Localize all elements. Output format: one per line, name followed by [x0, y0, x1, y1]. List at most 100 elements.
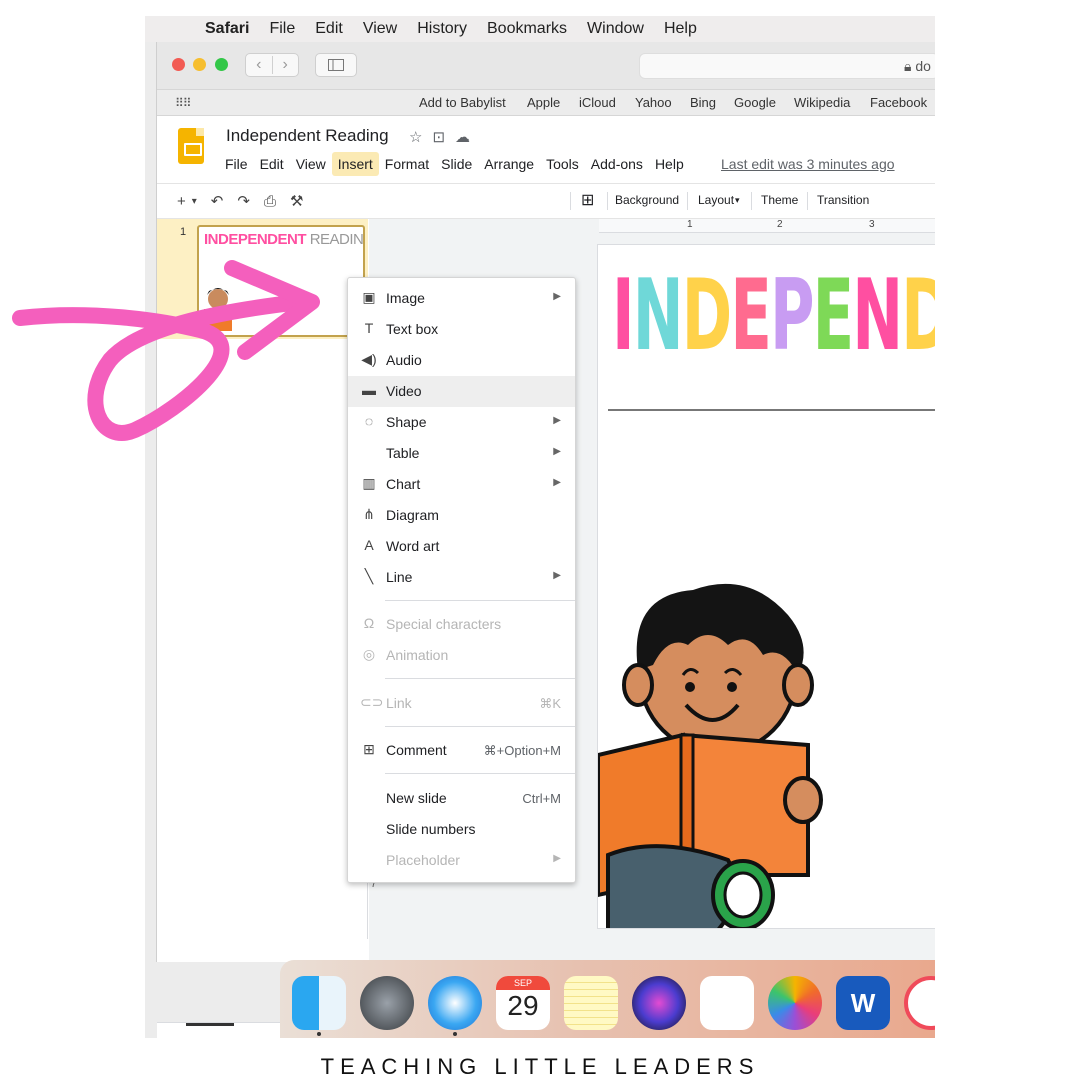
insert-menu-item-image[interactable]: ▣ Image ▶: [348, 283, 575, 314]
docs-menu-arrange[interactable]: Arrange: [478, 152, 540, 176]
favorite-bing[interactable]: Bing: [690, 90, 716, 116]
siri-icon[interactable]: [632, 976, 686, 1030]
docs-menu-tools[interactable]: Tools: [540, 152, 585, 176]
menubar-item-help[interactable]: Help: [664, 16, 697, 42]
news-icon[interactable]: [904, 976, 935, 1030]
running-indicator: [453, 1032, 457, 1036]
minimize-window-button[interactable]: [193, 58, 206, 71]
insert-menu-item-label: Slide numbers: [386, 821, 476, 837]
launchpad-icon[interactable]: [360, 976, 414, 1030]
insert-menu-item-audio[interactable]: ◀) Audio: [348, 345, 575, 376]
title-letter: I: [612, 259, 635, 373]
menubar-item-view[interactable]: View: [363, 16, 397, 42]
menubar-item-file[interactable]: File: [269, 16, 295, 42]
favorite-yahoo[interactable]: Yahoo: [635, 90, 672, 116]
docs-menu-format[interactable]: Format: [379, 152, 435, 176]
menubar-item-history[interactable]: History: [417, 16, 467, 42]
address-text: do: [915, 58, 931, 74]
favorite-wikipedia[interactable]: Wikipedia: [794, 90, 850, 116]
ruler-mark-2: 2: [777, 219, 783, 230]
calendar-icon[interactable]: SEP 29: [496, 976, 550, 1030]
photos-icon[interactable]: [768, 976, 822, 1030]
paint-format-icon[interactable]: ⚒: [290, 192, 303, 210]
title-actions: ☆⊡☁︎: [409, 128, 480, 146]
new-slide-plus-icon[interactable]: +: [177, 193, 186, 210]
submenu-arrow-icon: ▶: [553, 570, 561, 581]
docs-menu-addons[interactable]: Add-ons: [585, 152, 649, 176]
theme-button[interactable]: Theme: [761, 193, 798, 207]
back-icon[interactable]: ‹: [256, 56, 261, 74]
menubar-item-window[interactable]: Window: [587, 16, 644, 42]
close-window-button[interactable]: [172, 58, 185, 71]
move-folder-icon[interactable]: ⊡: [432, 129, 455, 146]
zoom-window-button[interactable]: [215, 58, 228, 71]
menubar-app-name[interactable]: Safari: [205, 16, 249, 42]
safari-icon[interactable]: [428, 976, 482, 1030]
last-edit-link[interactable]: Last edit was 3 minutes ago: [721, 152, 895, 176]
insert-menu-item-shape[interactable]: ◌ Shape ▶: [348, 407, 575, 438]
insert-menu-item-label: Line: [386, 569, 413, 585]
docs-menu-edit[interactable]: Edit: [254, 152, 290, 176]
title-letter: E: [730, 259, 772, 373]
insert-menu-item-table[interactable]: Table ▶: [348, 438, 575, 469]
reminders-icon[interactable]: [700, 976, 754, 1030]
shortcut-hint: Ctrl+M: [522, 791, 561, 806]
new-slide-dropdown-icon[interactable]: ▾: [192, 196, 197, 207]
menubar-item-edit[interactable]: Edit: [315, 16, 343, 42]
favorite-apple[interactable]: Apple: [527, 90, 560, 116]
insert-menu-item-word-art[interactable]: A Word art: [348, 531, 575, 562]
favorite-icloud[interactable]: iCloud: [579, 90, 616, 116]
insert-menu-item-label: Text box: [386, 321, 439, 337]
favorite-google[interactable]: Google: [734, 90, 776, 116]
add-comment-icon[interactable]: ⊞: [581, 190, 594, 210]
slide-canvas[interactable]: INDEPEND: [597, 244, 935, 929]
slides-logo-icon[interactable]: [178, 128, 204, 164]
calendar-month: SEP: [496, 976, 550, 990]
canvas: Safari File Edit View History Bookmarks …: [0, 0, 1080, 1080]
favorite-babylist[interactable]: Add to Babylist: [419, 90, 506, 116]
docs-menu-slide[interactable]: Slide: [435, 152, 478, 176]
menubar-item-bookmarks[interactable]: Bookmarks: [487, 16, 567, 42]
submenu-arrow-icon: ▶: [553, 291, 561, 302]
forward-icon[interactable]: ›: [283, 56, 288, 74]
word-icon[interactable]: W: [836, 976, 890, 1030]
transition-button[interactable]: Transition: [817, 193, 869, 207]
menu-separator: [385, 726, 575, 727]
insert-menu-item-video[interactable]: ▬ Video: [348, 376, 575, 407]
background-button[interactable]: Background: [615, 193, 679, 207]
notes-icon[interactable]: [564, 976, 618, 1030]
layout-button[interactable]: Layout: [698, 193, 734, 207]
insert-menu-item-new-slide[interactable]: New slide Ctrl+M: [348, 783, 575, 814]
safari-window: ‹ › 🔒︎ do ⠿⠿ Add to Babylist Apple iClou…: [156, 42, 935, 1038]
favorites-grid-icon[interactable]: ⠿⠿: [175, 96, 192, 110]
address-bar[interactable]: 🔒︎ do: [639, 53, 935, 79]
ruler-mark-1: 1: [687, 219, 693, 230]
insert-menu-item-chart[interactable]: ▥ Chart ▶: [348, 469, 575, 500]
back-forward-buttons[interactable]: ‹ ›: [245, 53, 299, 77]
print-icon[interactable]: ⎙: [264, 193, 276, 210]
thumbnail-title: INDEPENDENT READING: [204, 231, 363, 248]
cloud-status-icon[interactable]: ☁︎: [455, 129, 480, 146]
docs-menu-file[interactable]: File: [219, 152, 254, 176]
docs-menu-insert[interactable]: Insert: [331, 152, 379, 176]
insert-menu-item-slide-numbers[interactable]: Slide numbers: [348, 814, 575, 845]
favorite-facebook[interactable]: Facebook: [870, 90, 927, 116]
redo-icon[interactable]: ↷: [237, 192, 250, 210]
filmstrip-view-icon[interactable]: ▤: [201, 1035, 214, 1038]
star-icon[interactable]: ☆: [409, 129, 432, 146]
insert-menu-item-diagram[interactable]: ⋔ Diagram: [348, 500, 575, 531]
sidebar-toggle-button[interactable]: [315, 53, 357, 77]
layout-dropdown-icon[interactable]: ▾: [735, 195, 740, 206]
reading-boy-image[interactable]: [598, 575, 838, 929]
finder-icon[interactable]: [292, 976, 346, 1030]
docs-menu-help[interactable]: Help: [649, 152, 690, 176]
insert-menu-item-line[interactable]: ╲ Line ▶: [348, 562, 575, 593]
undo-icon[interactable]: ↶: [211, 192, 224, 210]
insert-menu-item-text-box[interactable]: T Text box: [348, 314, 575, 345]
docs-menu-view[interactable]: View: [290, 152, 332, 176]
document-title[interactable]: Independent Reading: [226, 126, 389, 146]
title-letter: N: [852, 259, 903, 373]
insert-menu-item-comment[interactable]: ⊞ Comment ⌘+Option+M: [348, 735, 575, 766]
slide-title[interactable]: INDEPEND: [612, 259, 935, 373]
insert-menu-item-animation: ◎ Animation: [348, 640, 575, 671]
